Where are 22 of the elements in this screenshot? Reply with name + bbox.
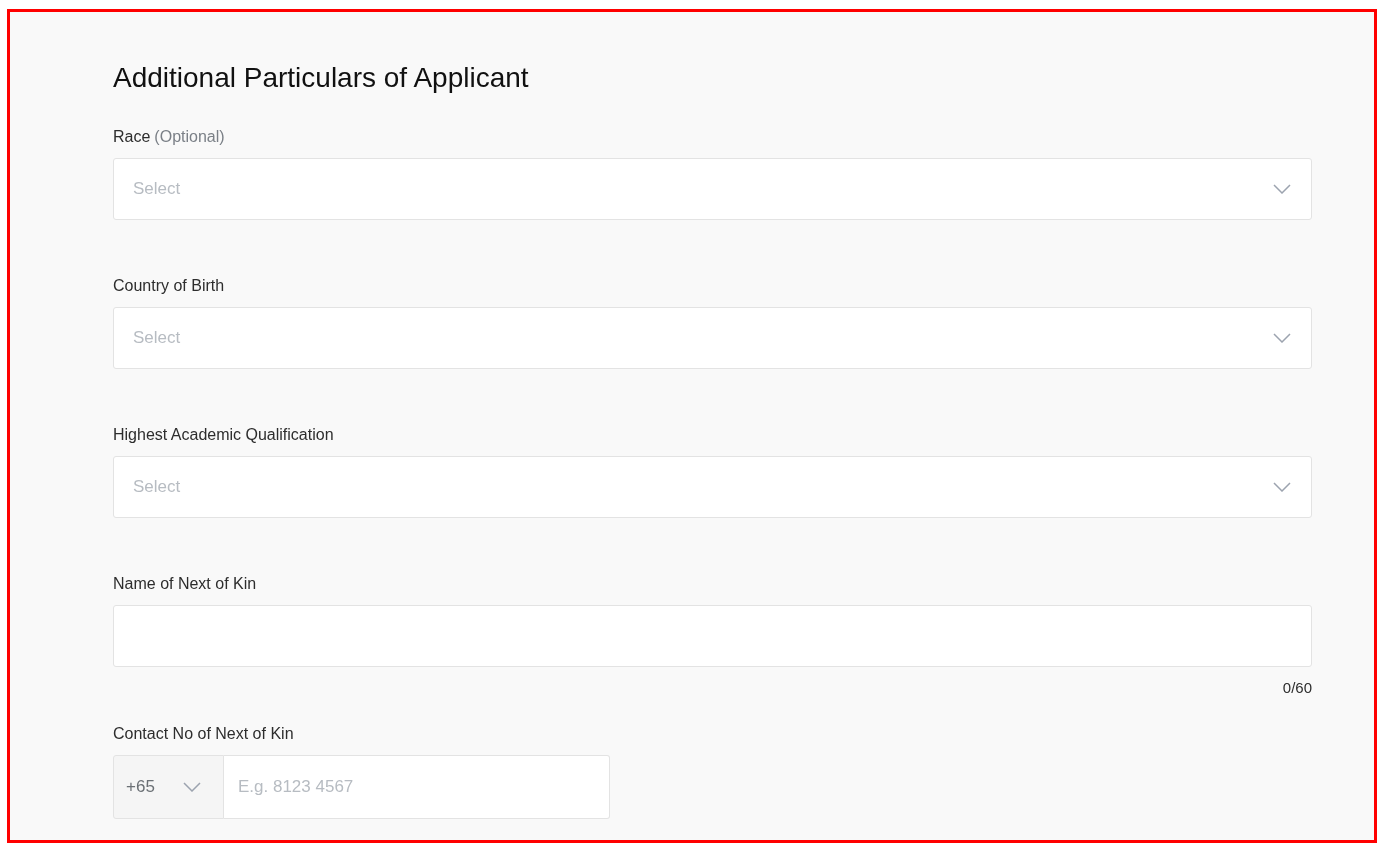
phone-input-field[interactable]: E.g. 8123 4567 (224, 754, 610, 819)
character-counter: 0/60 (1282, 678, 1312, 698)
select-placeholder: Select (133, 327, 181, 350)
country-code-dropdown[interactable]: +65 (113, 754, 224, 819)
optional-note: (Optional) (154, 127, 225, 147)
select-dropdown[interactable]: Select (113, 456, 1312, 518)
field-label: Country of Birth (113, 276, 225, 296)
select-dropdown[interactable]: Select (113, 307, 1312, 369)
field-label: Name of Next of Kin (113, 574, 257, 594)
chevron-down-icon (1273, 482, 1291, 492)
chevron-down-icon (183, 781, 201, 792)
field-label: Contact No of Next of Kin (113, 723, 294, 744)
country-code: +65 (126, 775, 155, 798)
input-field[interactable] (113, 605, 1312, 667)
select-placeholder: Select (133, 178, 181, 201)
chevron-down-icon (1273, 333, 1291, 343)
select-dropdown[interactable]: Select (113, 158, 1312, 220)
field-label: Highest Academic Qualification (113, 425, 334, 445)
chevron-down-icon (1273, 184, 1291, 194)
section-title: Additional Particulars of Applicant (113, 61, 530, 95)
select-placeholder: Select (133, 476, 181, 499)
field-label: Race (113, 127, 151, 147)
